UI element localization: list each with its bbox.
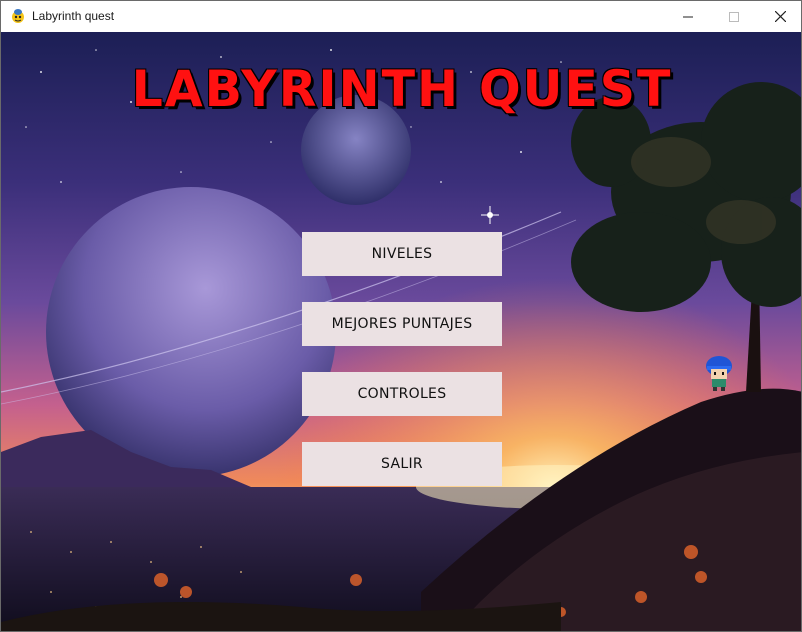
close-icon (774, 11, 786, 22)
game-title: LABYRINTH QUEST (131, 60, 673, 118)
window-title: Labyrinth quest (32, 9, 115, 23)
player-character-icon (706, 356, 732, 391)
controles-button[interactable]: CONTROLES (302, 372, 502, 416)
game-canvas: LABYRINTH QUEST NIVELES MEJORES PUNTAJES… (1, 32, 801, 631)
app-icon (12, 9, 24, 23)
app-window: Labyrinth quest LABYRINTH QUEST NIVELES … (0, 0, 802, 632)
title-bar: Labyrinth quest (1, 1, 801, 33)
maximize-icon (729, 11, 739, 22)
minimize-button[interactable] (665, 1, 711, 32)
niveles-button[interactable]: NIVELES (302, 232, 502, 276)
salir-button[interactable]: SALIR (302, 442, 502, 486)
close-button[interactable] (757, 1, 801, 32)
maximize-button[interactable] (711, 1, 757, 32)
minimize-icon (683, 16, 693, 17)
mejores-puntajes-button[interactable]: MEJORES PUNTAJES (302, 302, 502, 346)
